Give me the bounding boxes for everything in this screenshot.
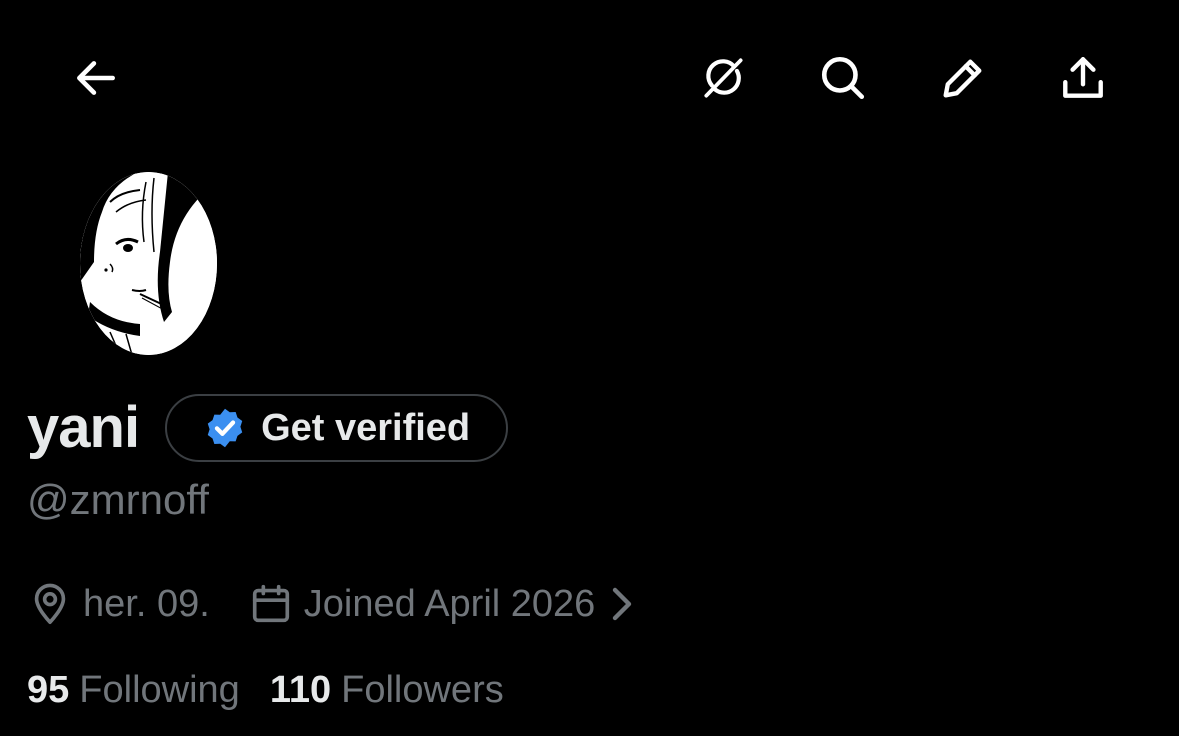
avatar-illustration bbox=[80, 172, 217, 355]
location-text: her. 09. bbox=[83, 582, 210, 625]
search-button[interactable] bbox=[805, 40, 881, 116]
search-icon bbox=[821, 56, 865, 100]
profile-page: yani Get verified @zmrnoff her. 09. Join… bbox=[0, 0, 1179, 736]
back-arrow-icon bbox=[77, 61, 115, 95]
grok-button[interactable] bbox=[686, 40, 762, 116]
get-verified-label: Get verified bbox=[261, 406, 471, 449]
following-link[interactable]: 95 Following bbox=[27, 669, 240, 712]
followers-link[interactable]: 110 Followers bbox=[270, 669, 504, 712]
back-button[interactable] bbox=[58, 40, 134, 116]
joined-item[interactable]: Joined April 2026 bbox=[248, 581, 638, 627]
profile-handle: @zmrnoff bbox=[27, 476, 209, 523]
location-item: her. 09. bbox=[27, 581, 210, 627]
joined-text: Joined April 2026 bbox=[303, 582, 596, 625]
calendar-icon bbox=[248, 581, 294, 627]
get-verified-button[interactable]: Get verified bbox=[165, 394, 509, 462]
edit-button[interactable] bbox=[925, 40, 1001, 116]
profile-meta-row: her. 09. Joined April 2026 bbox=[27, 576, 637, 632]
follow-stats: 95 Following 110 Followers bbox=[27, 662, 504, 718]
grok-icon bbox=[704, 58, 743, 98]
chevron-right-icon bbox=[607, 584, 637, 624]
top-bar bbox=[0, 40, 1179, 120]
display-name: yani bbox=[27, 395, 140, 460]
followers-label: Followers bbox=[341, 668, 504, 711]
following-count: 95 bbox=[27, 668, 70, 711]
verified-badge-icon bbox=[203, 406, 247, 450]
avatar[interactable] bbox=[80, 172, 217, 355]
share-upload-icon bbox=[1063, 57, 1103, 98]
name-row: yani Get verified bbox=[27, 392, 509, 464]
pencil-icon bbox=[943, 59, 982, 98]
share-button[interactable] bbox=[1045, 40, 1121, 116]
location-pin-icon bbox=[27, 581, 73, 627]
followers-count: 110 bbox=[269, 668, 332, 711]
following-label: Following bbox=[79, 668, 240, 711]
